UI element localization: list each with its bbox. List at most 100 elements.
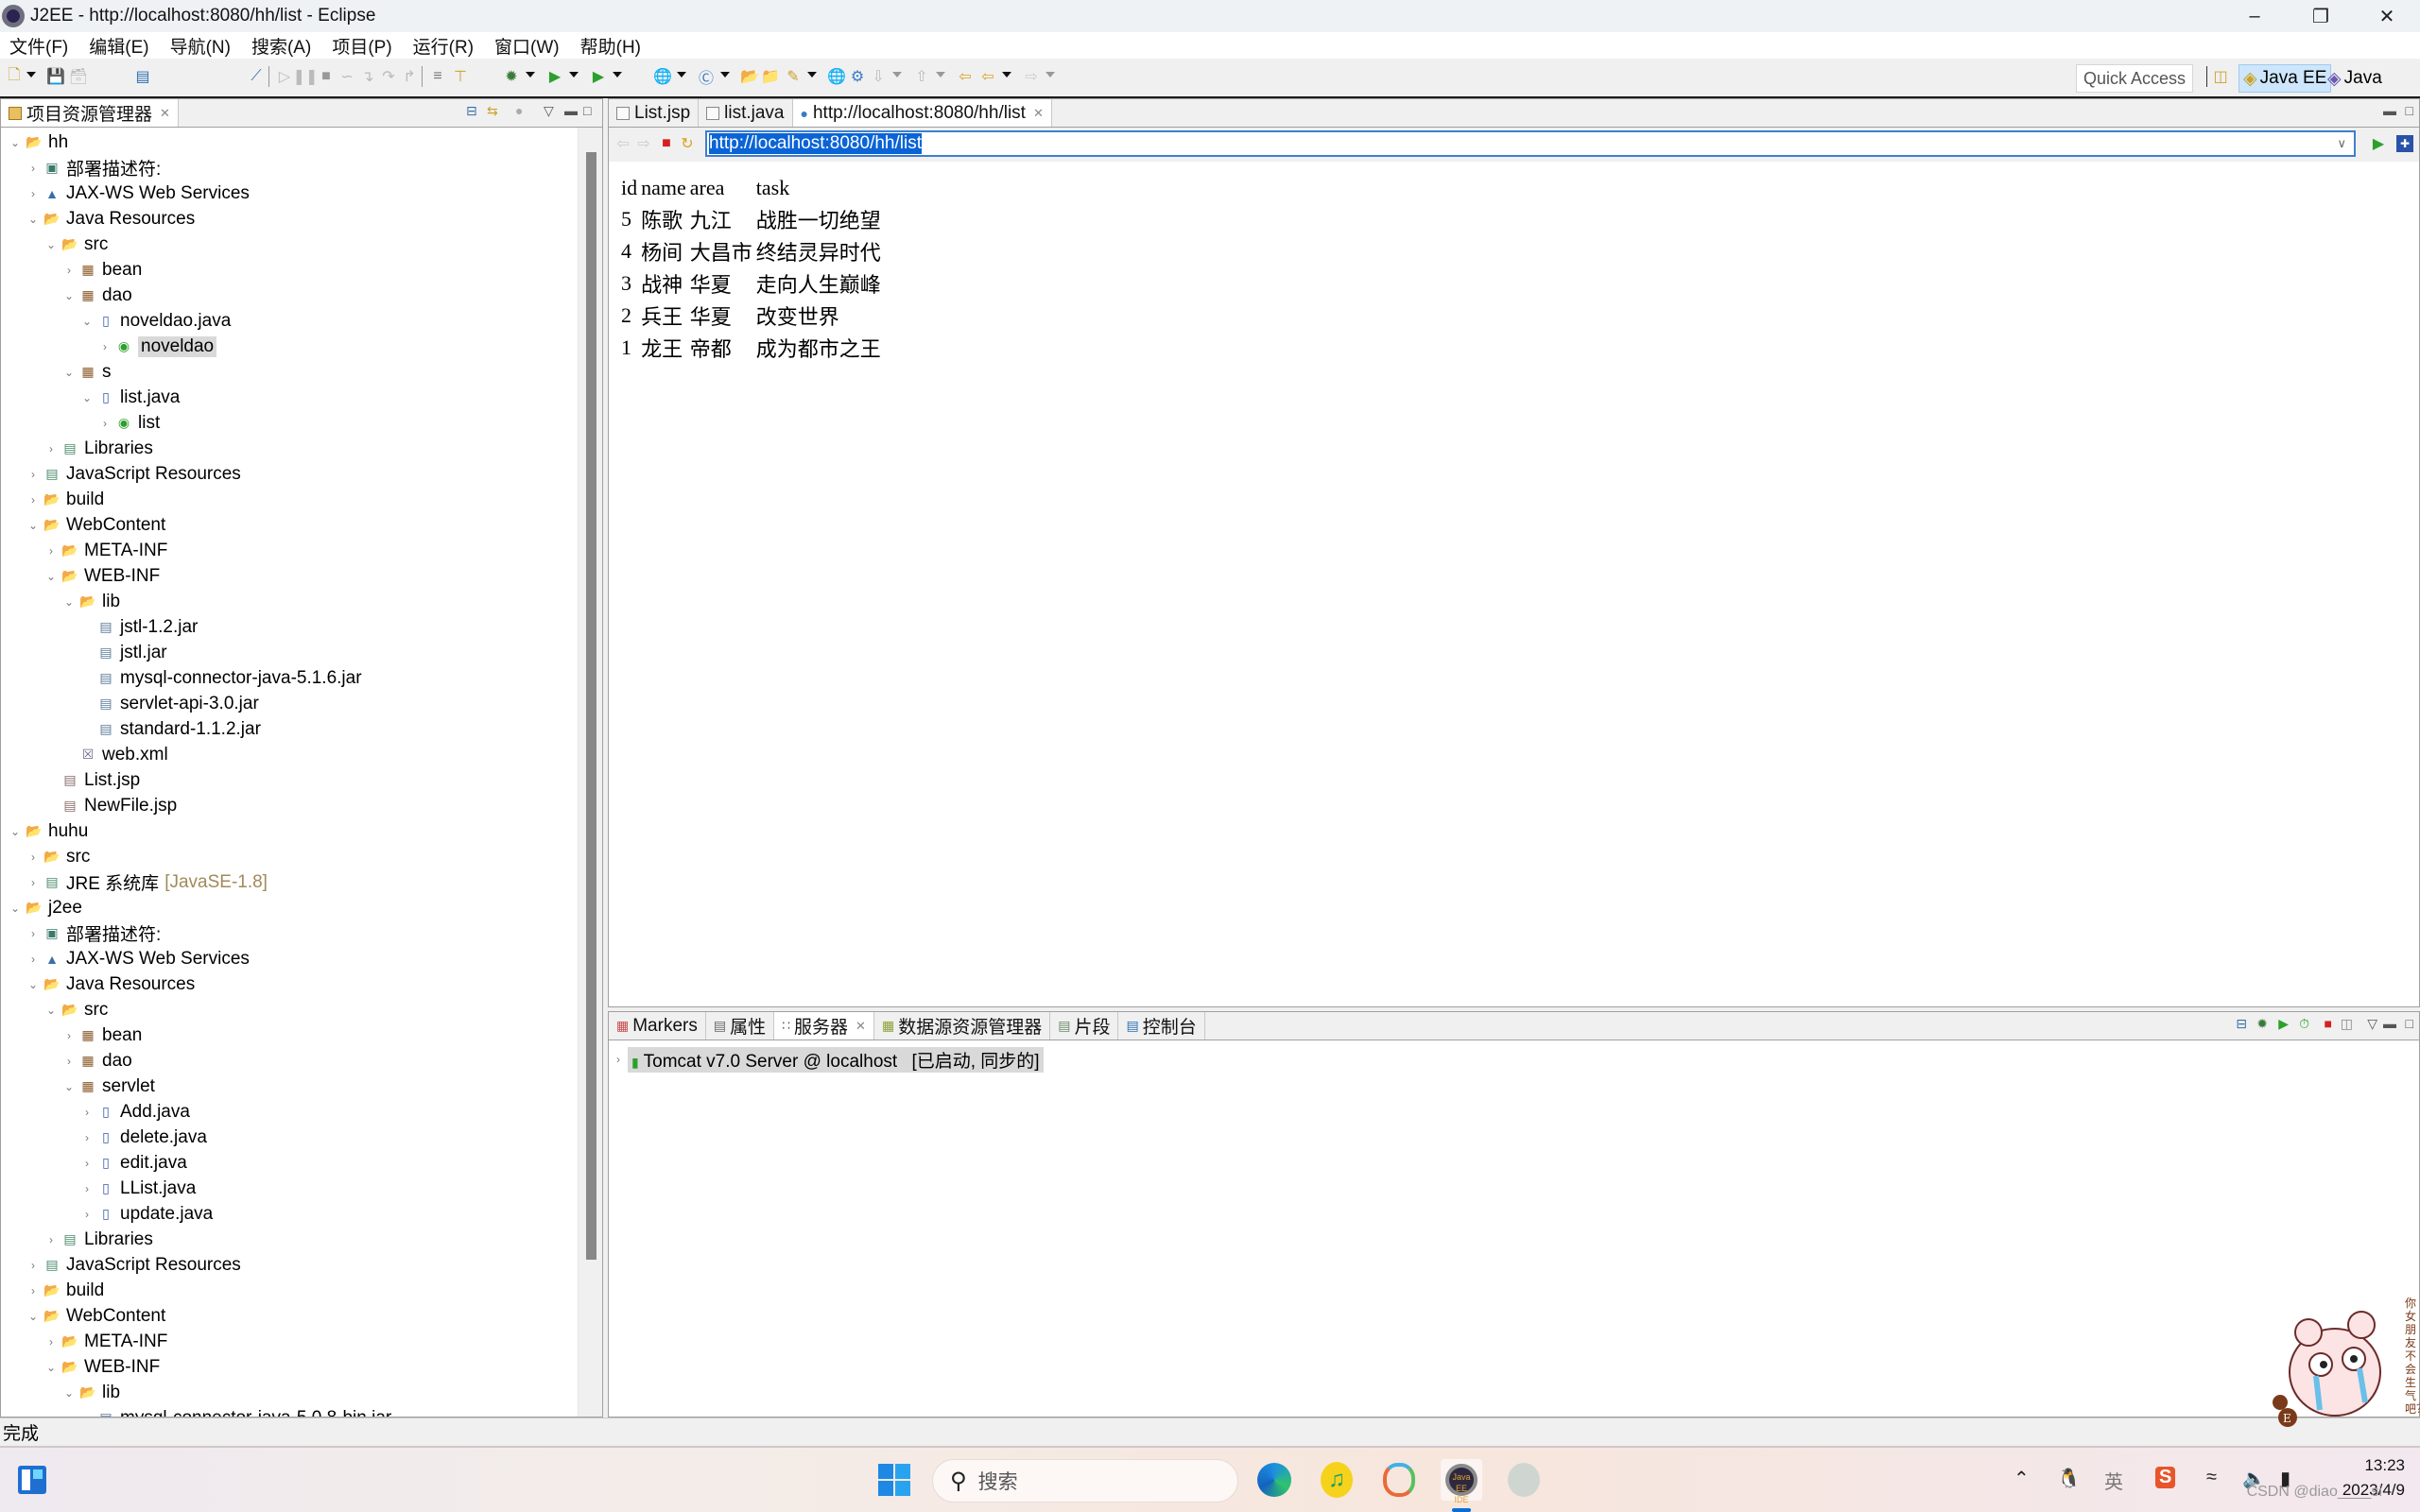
collapse-all-icon[interactable]: ⊟ — [466, 103, 477, 119]
tree-item-bean[interactable]: › ▦ bean — [62, 257, 142, 283]
tree-item-mysql-connector-java-5-0-8-bin-jar[interactable]: ▤ mysql-connector-java-5.0.8-bin.jar — [80, 1405, 391, 1418]
debug-server-icon[interactable]: ✹ — [2256, 1016, 2268, 1032]
taskbar-app-eclipse[interactable]: Java EE IDE — [1441, 1459, 1482, 1504]
new-servlet-icon[interactable]: Ⓒ — [698, 68, 715, 87]
chevron-right-icon[interactable]: › — [26, 1259, 40, 1272]
chevron-right-icon[interactable]: › — [26, 468, 40, 481]
prev-annotation-dropdown-icon[interactable] — [936, 72, 945, 77]
resume-icon[interactable]: ▷ — [276, 68, 293, 85]
tree-item-meta-inf[interactable]: › 📂 META-INF — [44, 1329, 167, 1354]
tree-item-noveldao[interactable]: › ◉ noveldao — [98, 334, 217, 359]
close-icon[interactable]: ✕ — [160, 106, 170, 121]
url-history-dropdown-icon[interactable]: ∨ — [2337, 136, 2346, 151]
run-dropdown-icon[interactable] — [569, 72, 579, 77]
debug-icon[interactable]: ✹ — [503, 68, 520, 85]
tree-item-java-resources[interactable]: ⌄ 📂 Java Resources — [26, 971, 195, 997]
search-tool-icon[interactable]: ✎ — [785, 68, 802, 85]
chevron-down-icon[interactable]: ⌄ — [44, 1361, 58, 1374]
skip-breakpoints-icon[interactable]: ⟋ — [248, 68, 265, 85]
browser-stop-icon[interactable]: ■ — [658, 135, 675, 152]
tree-item-src[interactable]: ⌄ 📂 src — [44, 997, 108, 1022]
debug-dropdown-icon[interactable] — [526, 72, 535, 77]
last-edit-icon[interactable]: ⇦ — [957, 68, 974, 85]
close-icon[interactable]: ✕ — [1033, 106, 1044, 121]
chevron-down-icon[interactable]: ⌄ — [62, 289, 76, 302]
tree-item-lib[interactable]: ⌄ 📂 lib — [62, 1380, 120, 1405]
tab-bottom-5[interactable]: ▤ 控制台 — [1118, 1012, 1205, 1040]
tree-item-s[interactable]: ⌄ ▦ s — [62, 359, 112, 385]
taskbar-app-avatar[interactable] — [1503, 1459, 1545, 1501]
chevron-right-icon[interactable]: › — [62, 264, 76, 277]
tree-item-libraries[interactable]: › ▤ Libraries — [44, 1227, 153, 1252]
chevron-right-icon[interactable]: › — [44, 442, 58, 455]
new-servlet-dropdown-icon[interactable] — [720, 72, 730, 77]
menu-search[interactable]: 搜索(A) — [251, 33, 311, 59]
collapse-all-icon[interactable]: ⊟ — [2236, 1016, 2247, 1032]
show-hidden-icons[interactable]: ⌃ — [2014, 1467, 2030, 1490]
chevron-right-icon[interactable]: › — [26, 927, 40, 940]
menu-navigate[interactable]: 导航(N) — [170, 33, 231, 59]
tree-item-list-java[interactable]: ⌄ ▯ list.java — [80, 385, 180, 410]
tree-item-j2ee[interactable]: ⌄ 📂 j2ee — [9, 895, 82, 920]
chevron-right-icon[interactable]: › — [80, 1208, 94, 1221]
tree-item-dao[interactable]: › ▦ dao — [62, 1048, 132, 1074]
tab-list-jsp[interactable]: List.jsp — [609, 99, 700, 127]
close-icon[interactable]: ✕ — [856, 1019, 866, 1034]
profile-server-icon[interactable]: ⏱ — [2299, 1016, 2309, 1032]
tree-item-jstl-jar[interactable]: ▤ jstl.jar — [80, 640, 166, 665]
tree-item-src[interactable]: ⌄ 📂 src — [44, 232, 108, 257]
chevron-right-icon[interactable]: › — [98, 340, 112, 353]
go-icon[interactable]: ▶ — [2370, 135, 2387, 152]
browser-forward-icon[interactable]: ⇨ — [635, 135, 652, 152]
tree-item-src[interactable]: › 📂 src — [26, 844, 90, 869]
tree-item-newfile-jsp[interactable]: ▤ NewFile.jsp — [44, 793, 177, 818]
scrollbar-thumb[interactable] — [586, 152, 596, 1260]
open-type-icon[interactable]: 📂 — [740, 68, 759, 85]
chevron-right-icon[interactable]: › — [80, 1182, 94, 1195]
chevron-right-icon[interactable]: › — [44, 1233, 58, 1246]
tab-bottom-0[interactable]: ▦ Markers — [609, 1012, 706, 1040]
step-into-icon[interactable]: ↴ — [359, 68, 376, 85]
disconnect-icon[interactable]: ∽ — [338, 68, 355, 85]
taskbar-app-edge[interactable] — [1253, 1459, 1295, 1501]
tree-item-servlet-api-3-0-jar[interactable]: ▤ servlet-api-3.0.jar — [80, 691, 258, 716]
tree-item-javascript-resources[interactable]: › ▤ JavaScript Resources — [26, 1252, 241, 1278]
taskbar-app-qq-music[interactable]: ♫ — [1316, 1459, 1357, 1501]
chevron-down-icon[interactable]: ⌄ — [9, 136, 22, 149]
tree-item-java-resources[interactable]: ⌄ 📂 Java Resources — [26, 206, 195, 232]
open-browser-icon[interactable]: 🌐 — [827, 68, 846, 85]
terminal-icon[interactable]: ▤ — [134, 68, 151, 85]
tree-item-llist-java[interactable]: › ▯ LList.java — [80, 1176, 196, 1201]
chevron-right-icon[interactable]: › — [26, 493, 40, 507]
start-button[interactable] — [873, 1459, 915, 1501]
save-icon[interactable]: 💾 — [46, 68, 65, 85]
tree-item-[interactable]: › ▣ 部署描述符: — [26, 155, 161, 180]
tree-item-bean[interactable]: › ▦ bean — [62, 1022, 142, 1048]
menu-help[interactable]: 帮助(H) — [580, 33, 641, 59]
tree-item-update-java[interactable]: › ▯ update.java — [80, 1201, 213, 1227]
back-icon[interactable]: ⇦ — [979, 68, 996, 85]
terminate-icon[interactable]: ■ — [318, 68, 335, 85]
qq-tray-icon[interactable]: 🐧 — [2057, 1467, 2081, 1490]
perspective-java[interactable]: ◈ Java — [2324, 64, 2386, 93]
taskbar-search[interactable]: ⚲ 搜索 — [932, 1459, 1238, 1503]
new-dropdown-icon[interactable] — [26, 72, 36, 77]
restore-button[interactable]: ❐ — [2288, 0, 2354, 32]
chevron-down-icon[interactable]: ⌄ — [80, 391, 94, 404]
tree-item-list-jsp[interactable]: ▤ List.jsp — [44, 767, 140, 793]
next-annotation-dropdown-icon[interactable] — [892, 72, 902, 77]
maximize-view-icon[interactable]: □ — [583, 103, 591, 118]
chevron-right-icon[interactable]: › — [26, 953, 40, 966]
chevron-down-icon[interactable]: ⌄ — [44, 1004, 58, 1017]
tree-item-noveldao-java[interactable]: ⌄ ▯ noveldao.java — [80, 308, 231, 334]
chevron-right-icon[interactable]: › — [44, 1335, 58, 1349]
chevron-right-icon[interactable]: › — [62, 1029, 76, 1042]
run-icon[interactable]: ▶ — [546, 68, 563, 85]
tree-item-build[interactable]: › 📂 build — [26, 1278, 104, 1303]
quick-access-input[interactable]: Quick Access — [2076, 64, 2193, 93]
tree-item-webcontent[interactable]: ⌄ 📂 WebContent — [26, 1303, 165, 1329]
step-return-icon[interactable]: ↱ — [401, 68, 418, 85]
forward-icon[interactable]: ⇨ — [1023, 68, 1040, 85]
taskbar-app-navicat[interactable] — [1378, 1459, 1420, 1501]
sogou-icon[interactable]: S — [2155, 1467, 2176, 1488]
